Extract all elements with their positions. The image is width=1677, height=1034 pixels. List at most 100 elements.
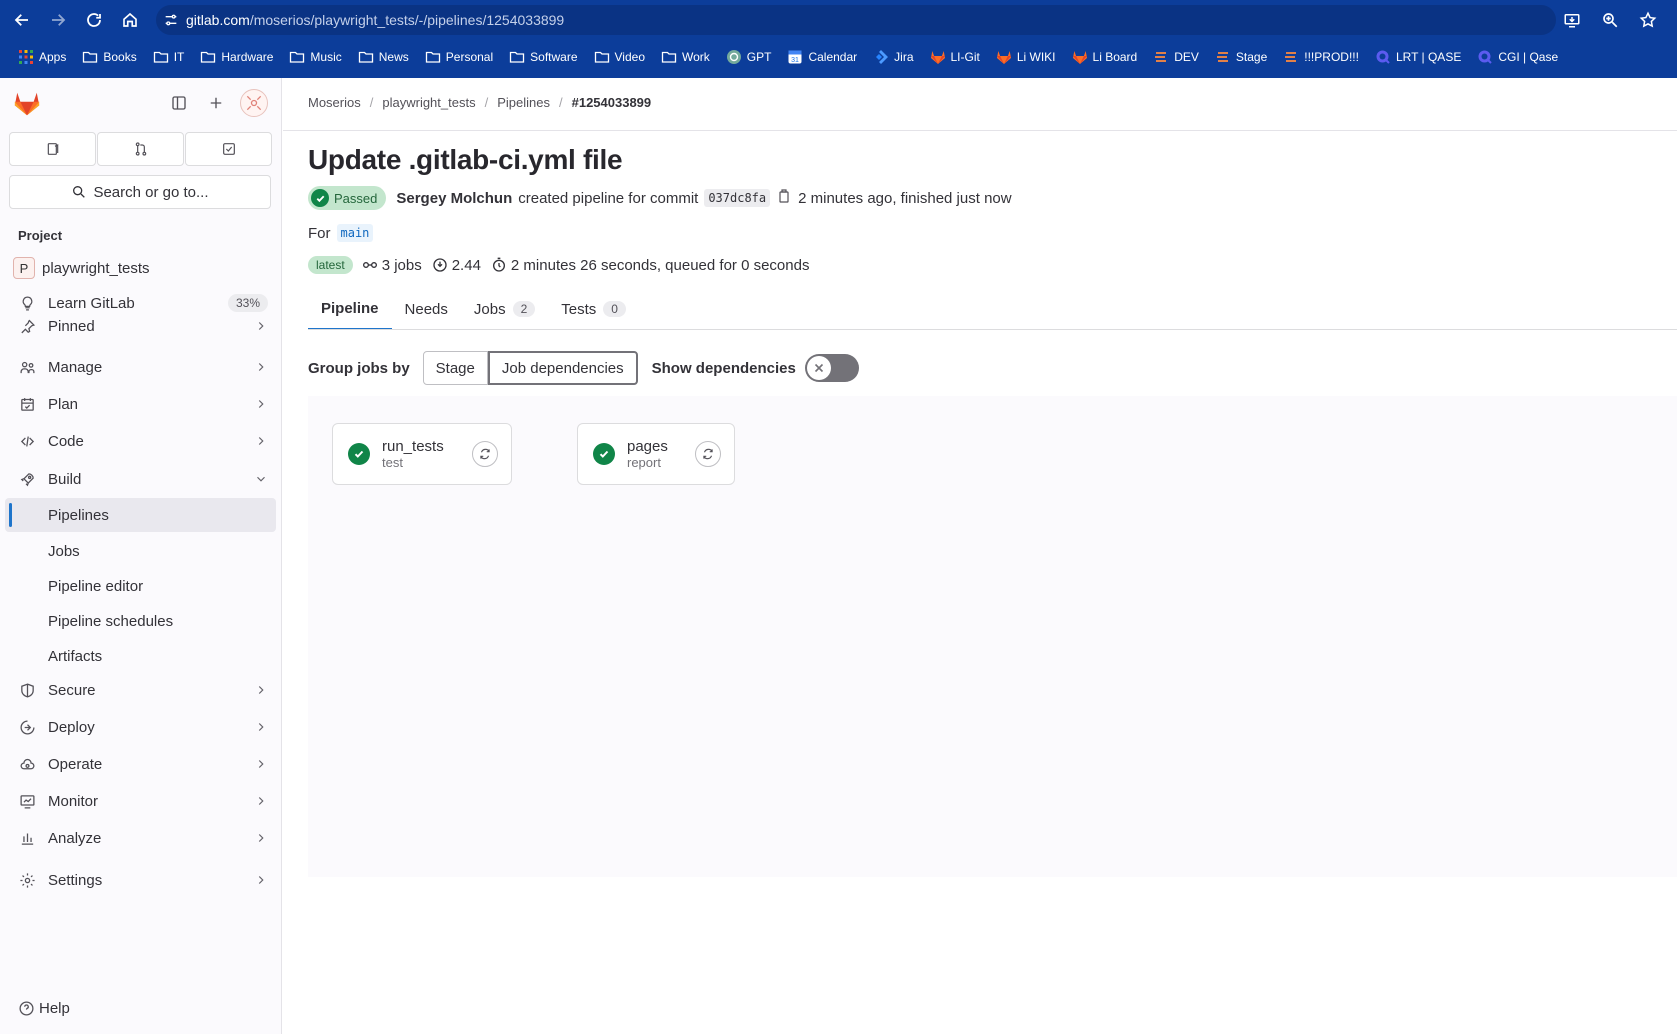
tab-label: Needs <box>404 300 448 318</box>
sidebar-item-label: Pipeline schedules <box>48 612 174 630</box>
tab-pipeline[interactable]: Pipeline <box>308 288 392 330</box>
group-by-stage-button[interactable]: Stage <box>422 351 488 385</box>
monitor-icon <box>5 793 45 810</box>
sidebar-item-project[interactable]: P playwright_tests <box>5 251 276 285</box>
tab-tests[interactable]: Tests 0 <box>548 288 639 330</box>
bookmark-dev[interactable]: DEV <box>1145 44 1207 70</box>
bookmark-video[interactable]: Video <box>586 44 653 70</box>
bookmark-personal[interactable]: Personal <box>417 44 501 70</box>
sidebar-item-pinned[interactable]: Pinned <box>5 309 276 343</box>
breadcrumb-item-group[interactable]: Moserios <box>308 95 361 110</box>
chevron-right-icon <box>246 319 276 333</box>
tab-count-badge: 0 <box>603 301 626 317</box>
sidebar-item-analyze[interactable]: Analyze <box>5 821 276 855</box>
user-avatar[interactable] <box>240 89 268 117</box>
sidebar-item-label: Operate <box>48 755 103 773</box>
issues-button[interactable] <box>9 132 96 166</box>
todo-check-icon <box>222 143 235 155</box>
bookmark-li-board[interactable]: Li Board <box>1064 44 1146 70</box>
sidebar-item-code[interactable]: Code <box>5 424 276 458</box>
breadcrumb-item-current[interactable]: #1254033899 <box>572 95 652 110</box>
sidebar-item-plan[interactable]: Plan <box>5 387 276 421</box>
sidebar-item-pipeline-schedules[interactable]: Pipeline schedules <box>5 604 276 638</box>
breadcrumb-item-project[interactable]: playwright_tests <box>382 95 475 110</box>
sidebar-item-label: Pipeline editor <box>48 577 144 595</box>
copy-commit-button[interactable] <box>776 188 792 208</box>
sidebar-item-jobs[interactable]: Jobs <box>5 534 276 568</box>
bookmark-it[interactable]: IT <box>145 44 193 70</box>
bookmark-jira[interactable]: Jira <box>865 44 921 70</box>
bookmark-stage[interactable]: Stage <box>1207 44 1275 70</box>
install-app-button[interactable] <box>1557 4 1587 36</box>
bookmark-books[interactable]: Books <box>74 44 144 70</box>
bookmark-lrt-qase[interactable]: LRT | QASE <box>1367 44 1469 70</box>
bookmark-label: Apps <box>39 50 67 64</box>
sidebar-item-artifacts[interactable]: Artifacts <box>5 639 276 673</box>
retry-job-button[interactable] <box>472 441 498 467</box>
tab-jobs[interactable]: Jobs 2 <box>461 288 548 330</box>
qase-icon <box>1375 49 1391 65</box>
sidebar-item-secure[interactable]: Secure <box>5 673 276 707</box>
sidebar-item-settings[interactable]: Settings <box>5 863 276 897</box>
group-jobs-controls: Group jobs by Stage Job dependencies Sho… <box>308 351 859 385</box>
browser-chrome: gitlab.com/moserios/playwright_tests/-/p… <box>0 0 1677 78</box>
forward-button[interactable] <box>40 2 76 38</box>
home-button[interactable] <box>112 2 148 38</box>
retry-job-button[interactable] <box>695 441 721 467</box>
calendar-icon: 31 <box>787 49 803 65</box>
address-bar[interactable]: gitlab.com/moserios/playwright_tests/-/p… <box>156 5 1556 35</box>
sidebar-item-monitor[interactable]: Monitor <box>5 784 276 818</box>
site-settings-icon[interactable] <box>156 5 186 35</box>
merge-requests-button[interactable] <box>97 132 184 166</box>
sidebar-item-build[interactable]: Build <box>5 462 276 496</box>
sidebar-item-manage[interactable]: Manage <box>5 350 276 384</box>
bookmark-li-wiki[interactable]: Li WIKI <box>988 44 1064 70</box>
reload-button[interactable] <box>76 2 112 38</box>
pipeline-summary: Passed Sergey Molchun created pipeline f… <box>308 186 1012 210</box>
sidebar-item-operate[interactable]: Operate <box>5 747 276 781</box>
bookmark-star-button[interactable] <box>1633 4 1663 36</box>
group-by-dependencies-button[interactable]: Job dependencies <box>487 351 638 385</box>
bookmark-music[interactable]: Music <box>281 44 349 70</box>
job-card[interactable]: run_tests test <box>332 423 512 485</box>
bookmark-hardware[interactable]: Hardware <box>192 44 281 70</box>
help-button[interactable]: Help <box>18 1000 70 1017</box>
gitlab-logo-icon[interactable] <box>12 88 42 118</box>
bookmark-li-git[interactable]: LI-Git <box>922 44 988 70</box>
bookmark-label: LRT | QASE <box>1395 50 1462 64</box>
chart-icon <box>5 830 45 847</box>
show-dependencies-toggle[interactable] <box>804 354 859 382</box>
job-card[interactable]: pages report <box>577 423 735 485</box>
bookmark-prod[interactable]: !!!PROD!!! <box>1275 44 1367 70</box>
bookmark-cgi-qase[interactable]: CGI | Qase <box>1469 44 1566 70</box>
bookmark-software[interactable]: Software <box>501 44 585 70</box>
breadcrumb-item-pipelines[interactable]: Pipelines <box>497 95 550 110</box>
collapse-sidebar-button[interactable] <box>166 90 192 116</box>
sidebar-section-title: Project <box>18 228 63 243</box>
todos-button[interactable] <box>185 132 272 166</box>
bookmark-work[interactable]: Work <box>653 44 718 70</box>
pipeline-graph: run_tests test pages report <box>308 396 1677 877</box>
folder-icon <box>153 49 169 65</box>
zoom-button[interactable] <box>1595 4 1625 36</box>
search-button[interactable]: Search or go to... <box>9 175 271 209</box>
compute-minutes-text: 2.44 <box>451 256 481 274</box>
install-icon <box>1564 14 1580 28</box>
create-new-button[interactable] <box>203 90 229 116</box>
tab-needs[interactable]: Needs <box>392 288 461 330</box>
commit-sha[interactable]: 037dc8fa <box>704 189 771 207</box>
status-badge[interactable]: Passed <box>308 186 387 210</box>
bookmark-label: News <box>378 50 409 64</box>
bookmark-apps[interactable]: Apps <box>10 44 74 70</box>
author-name[interactable]: Sergey Molchun <box>396 190 512 207</box>
sidebar-item-pipeline-editor[interactable]: Pipeline editor <box>5 569 276 603</box>
bookmark-gpt[interactable]: GPT <box>718 44 780 70</box>
sidebar-item-label: Deploy <box>48 718 95 736</box>
sidebar-item-pipelines[interactable]: Pipelines <box>5 498 276 532</box>
bookmark-calendar[interactable]: 31 Calendar <box>779 44 865 70</box>
back-button[interactable] <box>4 2 40 38</box>
branch-link[interactable]: main <box>336 224 374 242</box>
job-name: pages <box>627 437 668 455</box>
bookmark-news[interactable]: News <box>350 44 417 70</box>
sidebar-item-deploy[interactable]: Deploy <box>5 710 276 744</box>
